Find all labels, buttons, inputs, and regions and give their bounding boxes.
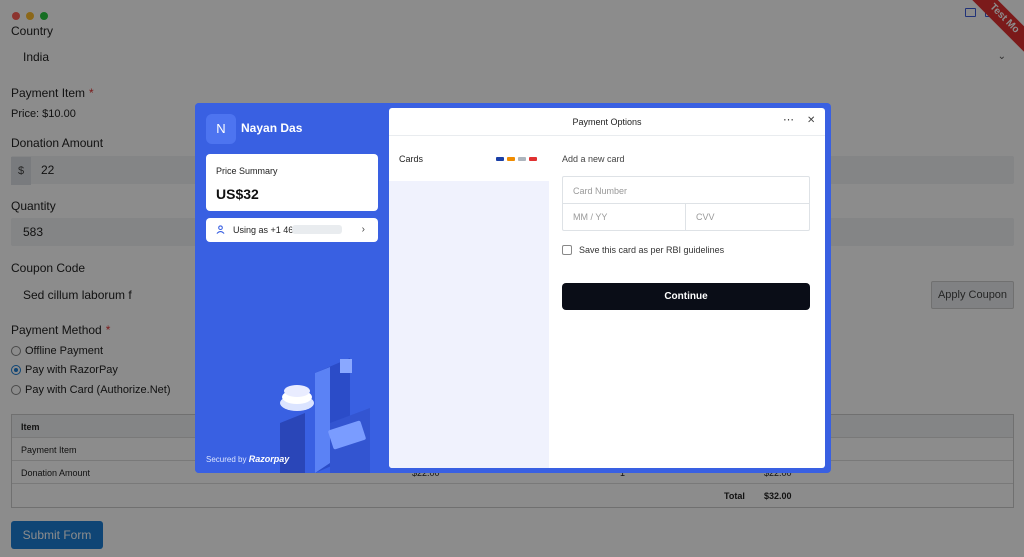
contact-details-button[interactable]: Using as +1 46 › bbox=[206, 218, 378, 242]
panel-header: Payment Options ⋯ ✕ bbox=[389, 108, 825, 136]
more-options-icon[interactable]: ⋯ bbox=[783, 113, 794, 126]
chevron-right-icon: › bbox=[361, 224, 365, 235]
secured-by-razorpay: Secured by Razorpay bbox=[206, 454, 290, 464]
checkout-sidebar: N Nayan Das Price Summary US$32 Using as… bbox=[195, 103, 389, 473]
visa-icon bbox=[496, 157, 504, 161]
masked-phone bbox=[292, 225, 342, 234]
rupay-icon bbox=[529, 157, 537, 161]
price-summary-label: Price Summary bbox=[216, 166, 278, 176]
price-summary-card: Price Summary US$32 bbox=[206, 154, 378, 211]
merchant-name: Nayan Das bbox=[241, 121, 303, 135]
amex-icon bbox=[518, 157, 526, 161]
razorpay-logo: Razorpay bbox=[248, 454, 290, 464]
tab-cards-label: Cards bbox=[399, 154, 424, 164]
panel-title: Payment Options bbox=[572, 117, 642, 127]
cvv-input[interactable]: CVV bbox=[686, 204, 809, 230]
continue-button[interactable]: Continue bbox=[562, 283, 810, 310]
expiry-input[interactable]: MM / YY bbox=[563, 204, 686, 230]
card-brand-icons bbox=[496, 157, 537, 161]
using-as-text: Using as +1 46 bbox=[233, 225, 294, 235]
save-card-checkbox[interactable] bbox=[562, 245, 572, 255]
close-icon[interactable]: ✕ bbox=[807, 115, 815, 126]
merchant-avatar: N bbox=[206, 114, 236, 144]
mastercard-icon bbox=[507, 157, 515, 161]
tab-cards[interactable]: Cards bbox=[389, 136, 549, 181]
price-amount: US$32 bbox=[216, 186, 259, 202]
save-card-label: Save this card as per RBI guidelines bbox=[579, 245, 725, 255]
card-input-group: Card Number MM / YY CVV bbox=[562, 176, 810, 231]
user-icon bbox=[216, 225, 225, 234]
save-card-option[interactable]: Save this card as per RBI guidelines bbox=[562, 245, 724, 255]
card-number-input[interactable]: Card Number bbox=[563, 177, 809, 204]
payment-options-panel: Payment Options ⋯ ✕ Cards Add a new card… bbox=[389, 108, 825, 468]
payment-method-tabs: Cards bbox=[389, 136, 549, 468]
add-new-card-heading: Add a new card bbox=[562, 154, 625, 164]
razorpay-checkout-modal: N Nayan Das Price Summary US$32 Using as… bbox=[195, 103, 831, 473]
